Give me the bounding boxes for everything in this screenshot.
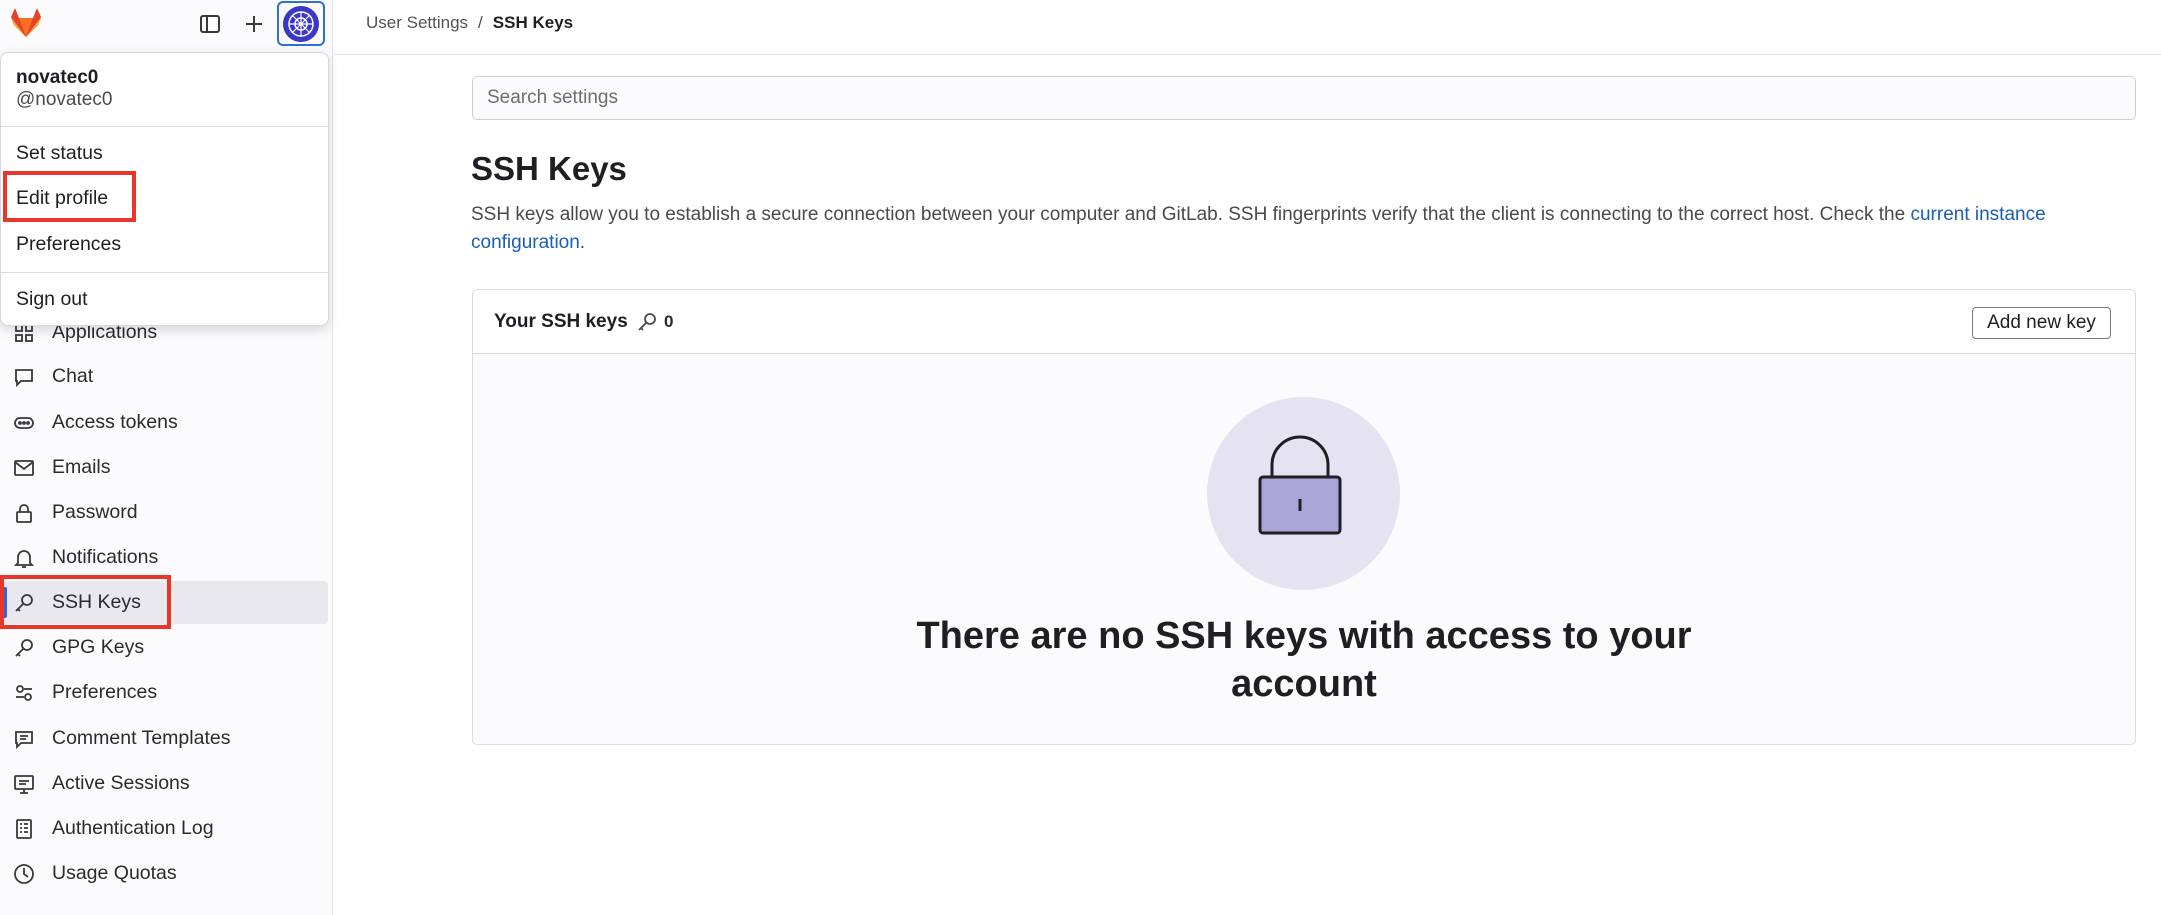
comment-icon bbox=[15, 731, 33, 750]
key-count: 0 bbox=[664, 312, 674, 331]
sidebar-item-gpg-keys[interactable]: GPG Keys bbox=[0, 626, 328, 669]
key-icon bbox=[638, 313, 656, 331]
page-title: SSH Keys bbox=[471, 150, 627, 187]
sign-out-menu-item[interactable]: Sign out bbox=[16, 288, 88, 311]
sidebar-item-comment-templates[interactable]: Comment Templates bbox=[0, 717, 328, 760]
sidebar-item-label: Chat bbox=[52, 365, 94, 387]
empty-state-message: There are no SSH keys with access to you… bbox=[916, 615, 1692, 705]
breadcrumb-user-settings[interactable]: User Settings bbox=[366, 13, 468, 32]
token-icon bbox=[14, 417, 34, 429]
breadcrumb: User Settings / SSH Keys bbox=[366, 13, 573, 33]
gitlab-logo[interactable] bbox=[8, 5, 44, 41]
sidebar-item-active-sessions[interactable]: Active Sessions bbox=[0, 762, 328, 805]
mail-icon bbox=[14, 460, 34, 476]
preferences-icon bbox=[16, 685, 32, 701]
sidebar-item-label: Access tokens bbox=[52, 411, 178, 433]
sidebar-item-chat[interactable]: Chat bbox=[0, 355, 328, 398]
page-description: SSH keys allow you to establish a secure… bbox=[471, 201, 2141, 257]
sidebar-item-label: Comment Templates bbox=[52, 727, 231, 749]
sidebar-item-access-tokens[interactable]: Access tokens bbox=[0, 401, 328, 444]
breadcrumb-separator: / bbox=[478, 13, 483, 32]
description-end: . bbox=[579, 232, 586, 253]
menu-divider bbox=[1, 126, 328, 127]
sidebar-item-label: Authentication Log bbox=[52, 817, 214, 839]
sidebar-item-label: Usage Quotas bbox=[52, 862, 177, 884]
sidebar-topbar bbox=[0, 0, 333, 48]
search-settings-input[interactable] bbox=[472, 76, 2136, 120]
key-icon bbox=[15, 639, 33, 657]
sidebar-item-authentication-log[interactable]: Authentication Log bbox=[0, 807, 328, 850]
lock-icon bbox=[16, 504, 32, 523]
sidebar-item-preferences[interactable]: Preferences bbox=[0, 671, 328, 714]
add-new-key-button[interactable]: Add new key bbox=[1972, 307, 2111, 339]
sidebar-item-label: Notifications bbox=[52, 546, 159, 568]
sidebar-item-label: Password bbox=[52, 501, 138, 523]
sidebar-item-usage-quotas[interactable]: Usage Quotas bbox=[0, 852, 328, 895]
sidebar-item-label: Preferences bbox=[52, 681, 158, 703]
sidebar-item-password[interactable]: Password bbox=[0, 491, 328, 534]
highlight-box-edit-profile bbox=[3, 171, 136, 222]
quota-icon bbox=[14, 864, 34, 884]
description-text: SSH keys allow you to establish a secure… bbox=[471, 204, 1911, 225]
sidebar-item-label: Active Sessions bbox=[52, 772, 190, 794]
breadcrumb-ssh-keys[interactable]: SSH Keys bbox=[493, 13, 573, 32]
avatar bbox=[283, 5, 319, 42]
sidebar-item-label: GPG Keys bbox=[52, 636, 145, 658]
card-title: Your SSH keys bbox=[494, 311, 628, 332]
user-avatar-button[interactable] bbox=[277, 1, 325, 46]
preferences-menu-item[interactable]: Preferences bbox=[16, 233, 121, 256]
sidebar-item-emails[interactable]: Emails bbox=[0, 446, 328, 489]
bell-icon bbox=[13, 550, 35, 568]
set-status-menu-item[interactable]: Set status bbox=[16, 142, 103, 165]
sidebar-item-notifications[interactable]: Notifications bbox=[0, 536, 328, 579]
user-handle: @novatec0 bbox=[16, 89, 113, 110]
plus-icon[interactable] bbox=[237, 7, 271, 41]
chat-icon bbox=[15, 369, 33, 388]
sidebar-item-label: Emails bbox=[52, 456, 111, 478]
ssh-keys-card: Your SSH keys 0 Add new key There are no… bbox=[472, 289, 2136, 745]
card-header: Your SSH keys 0 Add new key bbox=[473, 290, 2135, 354]
monitor-icon bbox=[14, 775, 34, 794]
menu-divider bbox=[1, 272, 328, 273]
sidebar-toggle-icon[interactable] bbox=[193, 7, 227, 41]
log-icon bbox=[16, 819, 32, 839]
header-divider bbox=[334, 54, 2161, 55]
user-name: novatec0 bbox=[16, 67, 99, 88]
highlight-box-ssh-keys bbox=[0, 575, 171, 629]
padlock-illustration-icon bbox=[1258, 435, 1342, 535]
